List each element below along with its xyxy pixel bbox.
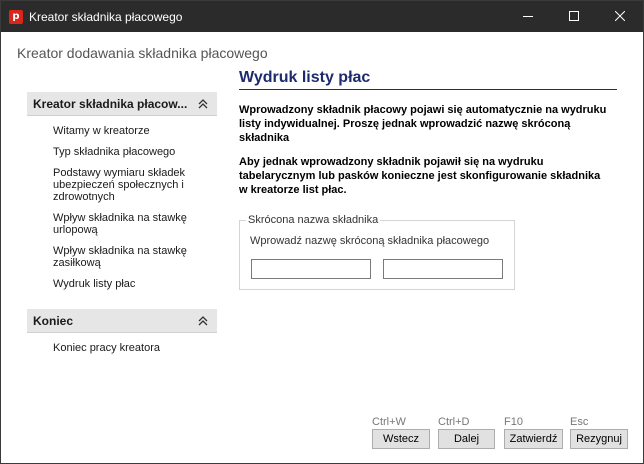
window-title: Kreator składnika płacowego	[29, 10, 183, 24]
end-panel: Koniec Koniec pracy kreatora	[27, 309, 217, 363]
short-name-description: Wprowadź nazwę skróconą składnika płacow…	[250, 235, 490, 247]
minimize-icon	[523, 16, 533, 17]
title-divider	[239, 89, 617, 90]
page-title: Wydruk listy płac	[239, 69, 371, 86]
shortcut-cancel: Esc	[570, 416, 589, 428]
collapse-up-icon[interactable]	[197, 98, 209, 110]
step-item-allowance-rate[interactable]: Wpływ składnika na stawkę zasiłkową	[53, 245, 209, 269]
short-name-group: Skrócona nazwa składnika Wprowadź nazwę …	[239, 214, 515, 290]
back-button[interactable]: Wstecz	[372, 429, 430, 449]
info-paragraph-1: Wprowadzony składnik płacowy pojawi się …	[239, 104, 607, 144]
collapse-up-icon[interactable]	[197, 315, 209, 327]
steps-panel: Kreator składnika płacow... Witamy w kre…	[27, 92, 217, 299]
steps-panel-header[interactable]: Kreator składnika płacow...	[27, 92, 217, 116]
shortcut-back: Ctrl+W	[372, 416, 406, 428]
short-name-group-legend: Skrócona nazwa składnika	[246, 214, 381, 226]
cancel-button[interactable]: Rezygnuj	[570, 429, 628, 449]
shortcut-next: Ctrl+D	[438, 416, 470, 428]
short-name-input-2[interactable]	[383, 259, 503, 279]
step-item-payroll-print[interactable]: Wydruk listy płac	[53, 278, 209, 290]
step-item-type[interactable]: Typ składnika płacowego	[53, 146, 209, 158]
steps-list: Witamy w kreatorze Typ składnika płacowe…	[27, 116, 217, 290]
wizard-header-title: Kreator dodawania składnika płacowego	[17, 45, 268, 61]
close-icon	[615, 11, 625, 21]
close-button[interactable]	[597, 1, 643, 32]
end-list: Koniec pracy kreatora	[27, 333, 217, 354]
end-panel-header[interactable]: Koniec	[27, 309, 217, 333]
shortcut-confirm: F10	[504, 416, 523, 428]
step-item-welcome[interactable]: Witamy w kreatorze	[53, 125, 209, 137]
step-item-insurance-basis[interactable]: Podstawy wymiaru składek ubezpieczeń spo…	[53, 167, 209, 203]
confirm-button[interactable]: Zatwierdź	[504, 429, 563, 449]
steps-panel-title: Kreator składnika płacow...	[33, 97, 188, 111]
short-name-input-1[interactable]	[251, 259, 371, 279]
wizard-window: p Kreator składnika płacowego Kreator do…	[0, 0, 644, 464]
end-panel-title: Koniec	[33, 314, 74, 328]
step-item-leave-rate[interactable]: Wpływ składnika na stawkę urlopową	[53, 212, 209, 236]
info-paragraph-2: Aby jednak wprowadzony składnik pojawił …	[239, 156, 601, 196]
maximize-button[interactable]	[551, 1, 597, 32]
step-item-finish[interactable]: Koniec pracy kreatora	[53, 342, 209, 354]
app-icon: p	[9, 10, 23, 24]
minimize-button[interactable]	[505, 1, 551, 32]
title-bar: p Kreator składnika płacowego	[1, 1, 643, 32]
maximize-icon	[569, 11, 579, 21]
next-button[interactable]: Dalej	[438, 429, 495, 449]
